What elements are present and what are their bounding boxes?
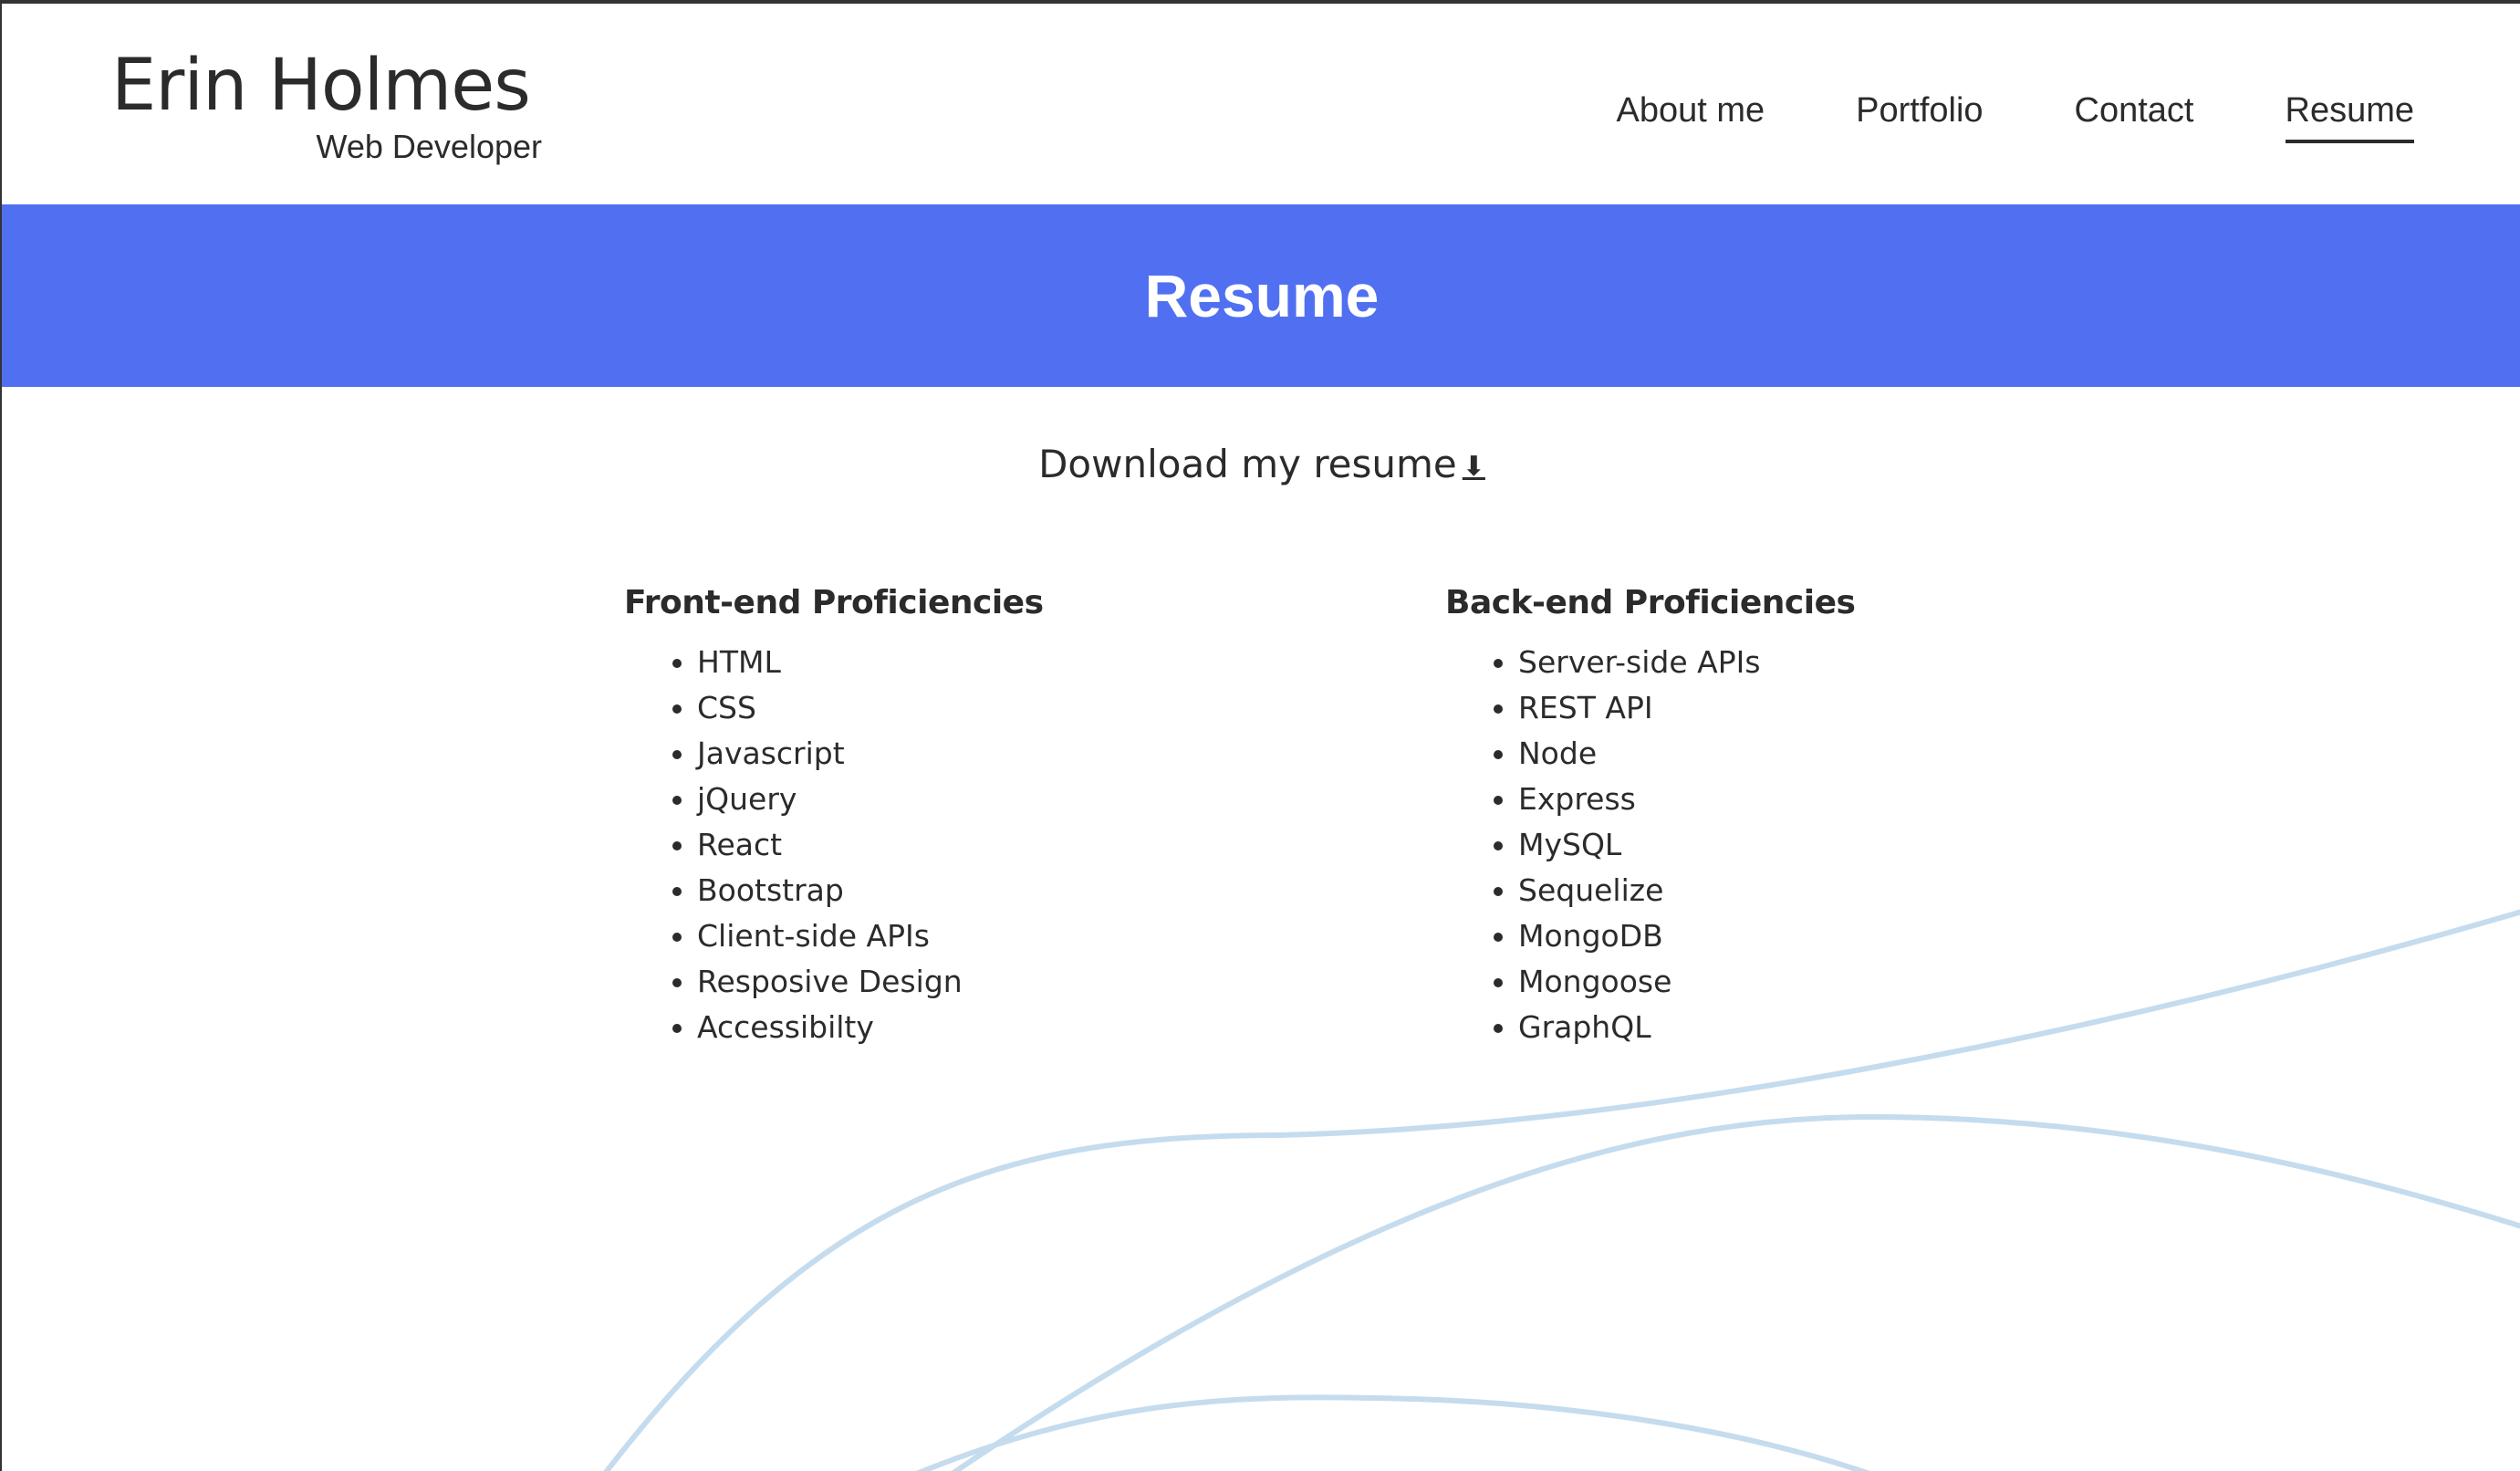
site-header: Erin Holmes Web Developer About me Portf… [2, 4, 2520, 204]
page-banner: Resume [2, 204, 2520, 387]
main-nav: About me Portfolio Contact Resume [1616, 91, 2414, 143]
backend-section: Back-end Proficiencies Server-side APIs … [1445, 584, 2084, 1050]
download-icon: ⬇ [1462, 451, 1485, 483]
list-item: Server-side APIs [1518, 640, 2084, 685]
list-item: Resposive Design [697, 959, 1263, 1005]
list-item: Accessibilty [697, 1005, 1263, 1050]
list-item: Bootstrap [697, 868, 1263, 913]
list-item: React [697, 822, 1263, 868]
brand: Erin Holmes Web Developer [111, 40, 542, 166]
list-item: MySQL [1518, 822, 2084, 868]
backend-list: Server-side APIs REST API Node Express M… [1445, 640, 2084, 1050]
nav-about-me[interactable]: About me [1616, 91, 1765, 143]
list-item: REST API [1518, 685, 2084, 731]
nav-resume[interactable]: Resume [2285, 91, 2414, 143]
nav-contact[interactable]: Contact [2075, 91, 2194, 143]
frontend-section: Front-end Proficiencies HTML CSS Javascr… [624, 584, 1263, 1050]
list-item: HTML [697, 640, 1263, 685]
nav-portfolio[interactable]: Portfolio [1856, 91, 1983, 143]
list-item: Javascript [697, 731, 1263, 777]
list-item: MongoDB [1518, 913, 2084, 959]
site-owner-name: Erin Holmes [111, 45, 531, 127]
list-item: Node [1518, 731, 2084, 777]
backend-heading: Back-end Proficiencies [1445, 584, 1856, 621]
list-item: jQuery [697, 777, 1263, 822]
frontend-heading: Front-end Proficiencies [624, 584, 1044, 621]
list-item: GraphQL [1518, 1005, 2084, 1050]
page-title: Resume [1144, 262, 1380, 329]
list-item: Express [1518, 777, 2084, 822]
download-resume-link[interactable]: Download my resume ⬇ [1038, 442, 1485, 486]
list-item: Sequelize [1518, 868, 2084, 913]
download-resume-label: Download my resume [1038, 442, 1457, 486]
list-item: CSS [697, 685, 1263, 731]
site-owner-role: Web Developer [316, 128, 542, 165]
frontend-list: HTML CSS Javascript jQuery React Bootstr… [624, 640, 1263, 1050]
list-item: Client-side APIs [697, 913, 1263, 959]
download-row: Download my resume ⬇ [2, 442, 2520, 486]
list-item: Mongoose [1518, 959, 2084, 1005]
